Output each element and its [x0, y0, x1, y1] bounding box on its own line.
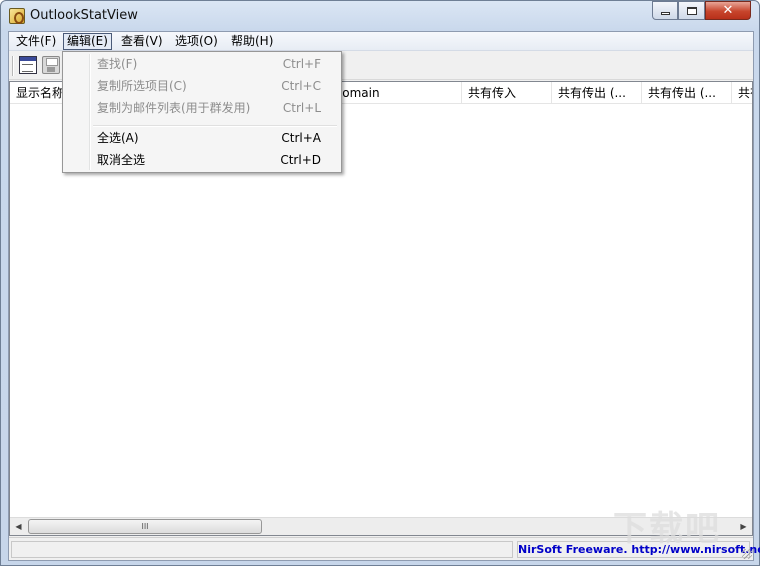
close-icon: ✕ [722, 3, 734, 18]
menu-view[interactable]: 查看(V) [118, 33, 166, 50]
menu-item-shortcut: Ctrl+L [282, 101, 321, 115]
maximize-button[interactable] [678, 1, 705, 20]
column-total-incoming[interactable]: 共有传入 [462, 82, 552, 104]
minimize-button[interactable] [652, 1, 678, 20]
minimize-icon [660, 12, 670, 15]
window-title: OutlookStatView [30, 8, 138, 23]
edit-menu-dropdown: 查找(F) Ctrl+F 复制所选项目(C) Ctrl+C 复制为邮件列表(用于… [62, 51, 342, 173]
menu-item-find[interactable]: 查找(F) Ctrl+F [65, 53, 339, 75]
menu-item-deselect-all[interactable]: 取消全选 Ctrl+D [65, 149, 339, 171]
title-bar[interactable]: OutlookStatView ✕ [1, 1, 759, 31]
column-total-more[interactable]: 共有 [732, 82, 752, 104]
menu-item-label: 全选(A) [97, 131, 139, 145]
menu-help[interactable]: 帮助(H) [228, 33, 276, 50]
menu-item-shortcut: Ctrl+D [280, 153, 321, 167]
app-window: OutlookStatView ✕ 文件(F) 编辑(E) 查看(V) 选项(O… [0, 0, 760, 566]
menu-item-shortcut: Ctrl+F [282, 57, 321, 71]
app-icon [9, 8, 25, 24]
menu-item-label: 查找(F) [97, 57, 138, 71]
menu-item-copy-as-mail-list[interactable]: 复制为邮件列表(用于群发用) Ctrl+L [65, 97, 339, 119]
scroll-left-icon[interactable]: ◀ [10, 518, 27, 535]
toolbar-grip [12, 56, 14, 76]
restore-icon [686, 6, 697, 15]
scroll-thumb[interactable]: III [28, 519, 262, 534]
menu-item-shortcut: Ctrl+A [281, 131, 321, 145]
menu-file[interactable]: 文件(F) [13, 33, 59, 50]
resize-grip-icon[interactable] [742, 549, 752, 559]
column-total-outgoing-2[interactable]: 共有传出 (... [642, 82, 732, 104]
menu-edit[interactable]: 编辑(E) [63, 33, 112, 50]
scroll-thumb-grip: III [141, 522, 149, 531]
menu-item-select-all[interactable]: 全选(A) Ctrl+A [65, 127, 339, 149]
watermark-logo: 下载吧 [613, 509, 721, 549]
menu-options[interactable]: 选项(O) [172, 33, 221, 50]
save-icon[interactable] [42, 56, 60, 74]
html-report-icon[interactable] [19, 56, 37, 74]
menu-item-label: 复制所选项目(C) [97, 79, 187, 93]
column-total-outgoing-1[interactable]: 共有传出 (... [552, 82, 642, 104]
status-text [11, 541, 513, 558]
menu-item-shortcut: Ctrl+C [281, 79, 321, 93]
menu-bar: 文件(F) 编辑(E) 查看(V) 选项(O) 帮助(H) [9, 32, 753, 51]
menu-item-copy-selected[interactable]: 复制所选项目(C) Ctrl+C [65, 75, 339, 97]
menu-item-label: 复制为邮件列表(用于群发用) [97, 101, 251, 115]
menu-item-label: 取消全选 [97, 153, 146, 167]
close-button[interactable]: ✕ [705, 1, 751, 20]
